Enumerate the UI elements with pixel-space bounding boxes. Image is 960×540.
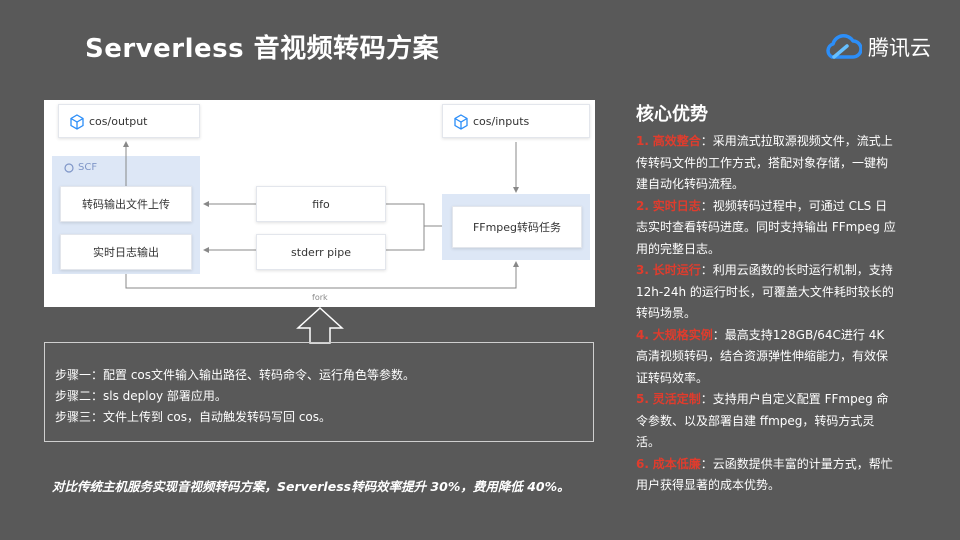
cloud-logo-icon — [826, 34, 862, 59]
cos-bucket-icon — [454, 114, 468, 130]
advantages-title: 核心优势 — [636, 104, 708, 125]
cos-inputs-box: cos/inputs — [442, 104, 590, 138]
summary-text: 对比传统主机服务实现音视频转码方案，Serverless转码效率提升 30%，费… — [52, 479, 570, 494]
cos-output-box: cos/output — [58, 104, 200, 138]
cos-bucket-icon — [70, 114, 84, 130]
architecture-diagram: SCF cos/output cos/inputs 转码输出文件上传 实时日志输… — [44, 100, 595, 307]
advantages-list: 1. 高效整合：采用流式拉取源视频文件，流式上传转码文件的工作方式，搭配对象存储… — [636, 131, 898, 497]
brand-logo: 腾讯云 — [822, 32, 931, 62]
advantage-item: 1. 高效整合：采用流式拉取源视频文件，流式上传转码文件的工作方式，搭配对象存储… — [636, 134, 893, 191]
advantage-item: 3. 长时运行：利用云函数的长时运行机制，支持 12h-24h 的运行时长，可覆… — [636, 263, 894, 320]
brand-name: 腾讯云 — [868, 36, 931, 60]
step-item: 步骤二：sls deploy 部署应用。 — [55, 389, 227, 403]
upload-output-box: 转码输出文件上传 — [60, 186, 192, 222]
step-item: 步骤三：文件上传到 cos，自动触发转码写回 cos。 — [55, 410, 332, 424]
advantage-item: 4. 大规格实例：最高支持128GB/64C进行 4K 高清视频转码，结合资源弹… — [636, 327, 889, 385]
page-title: Serverless 音视频转码方案 — [85, 34, 440, 64]
ffmpeg-task-box: FFmpeg转码任务 — [452, 206, 582, 248]
fork-label: fork — [312, 293, 328, 302]
up-arrow-icon — [296, 306, 344, 344]
advantage-item: 2. 实时日志：视频转码过程中，可通过 CLS 日志实时查看转码进度。同时支持输… — [636, 198, 896, 256]
advantage-item: 6. 成本低廉：云函数提供丰富的计量方式，帮忙用户获得显著的成本优势。 — [636, 456, 893, 493]
realtime-log-box: 实时日志输出 — [60, 234, 192, 270]
fifo-box: fifo — [256, 186, 386, 222]
step-item: 步骤一：配置 cos文件输入输出路径、转码命令、运行角色等参数。 — [55, 368, 416, 382]
steps-panel: 步骤一：配置 cos文件输入输出路径、转码命令、运行角色等参数。 步骤二：sls… — [44, 342, 594, 442]
advantage-item: 5. 灵活定制：支持用户自定义配置 FFmpeg 命令参数、以及部署自建 ffm… — [636, 392, 889, 449]
stderr-pipe-box: stderr pipe — [256, 234, 386, 270]
